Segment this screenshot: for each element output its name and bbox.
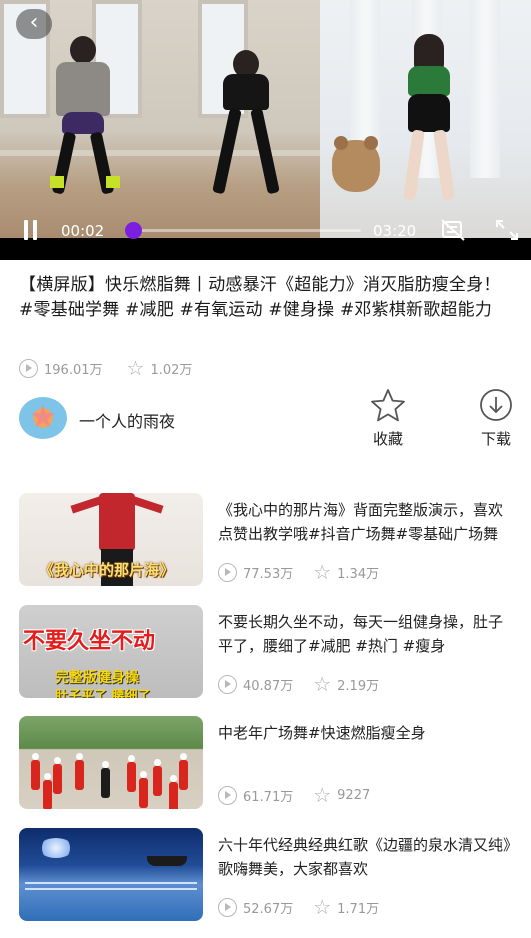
thumbnail-subcaption: 完整版健身操: [55, 670, 139, 686]
play-count-icon: [19, 358, 38, 378]
star-icon: ☆: [313, 672, 332, 696]
chevron-left-icon: ‹: [29, 10, 39, 35]
thumbnail-caption: 《我心中的那片海》: [39, 561, 175, 579]
list-item-stats: 40.87万 ☆ 2.19万: [218, 674, 399, 694]
pause-icon[interactable]: [22, 220, 40, 240]
view-count-value: 77.53万: [243, 566, 294, 582]
list-item[interactable]: 六十年代经典经典红歌《边疆的泉水清又纯》歌嗨舞美，大家都喜欢 52.67万 ☆ 1…: [0, 825, 531, 925]
video-title: 【横屏版】快乐燃脂舞丨动感暴汗《超能力》消灭脂肪瘦全身！ #零基础学舞 #减肥 …: [19, 275, 501, 320]
list-item-stats: 61.71万 ☆ 9227: [218, 785, 390, 805]
video-thumbnail[interactable]: 不要久坐不动 完整版健身操 肚子平了 腰细了: [19, 605, 203, 698]
patrick-star-icon: [31, 405, 55, 427]
video-thumbnail[interactable]: [19, 716, 203, 809]
like-count-value: 1.71万: [337, 901, 380, 917]
view-count-value: 40.87万: [243, 678, 294, 694]
download-label: 下载: [480, 430, 511, 448]
list-item-title[interactable]: 《我心中的那片海》背面完整版演示，喜欢点赞出教学哦#抖音广场舞#零基础广场舞: [218, 498, 514, 546]
video-frame-right: [320, 0, 531, 238]
list-item-title[interactable]: 六十年代经典经典红歌《边疆的泉水清又纯》歌嗨舞美，大家都喜欢: [218, 833, 514, 881]
collect-button[interactable]: 收藏: [364, 388, 412, 449]
video-frame-left: [0, 0, 320, 238]
list-item[interactable]: 《我心中的那片海》 《我心中的那片海》背面完整版演示，喜欢点赞出教学哦#抖音广场…: [0, 490, 531, 590]
back-button[interactable]: ‹: [16, 9, 52, 39]
list-item-stats: 52.67万 ☆ 1.71万: [218, 897, 399, 917]
list-item-title[interactable]: 不要长期久坐不动，每天一组健身操，肚子平了，腰细了#减肥 #热门 #瘦身: [218, 610, 514, 658]
video-stats: 196.01万 ☆ 1.02万: [19, 357, 216, 379]
like-count-value: 9227: [337, 787, 371, 803]
thumbnail-caption: 不要久坐不动: [23, 629, 156, 654]
duration-time: 03:20: [373, 222, 417, 240]
play-count-icon: [218, 674, 237, 694]
author-avatar[interactable]: [19, 397, 67, 439]
like-count: ☆ 1.02万: [127, 358, 193, 378]
star-icon: ☆: [126, 356, 145, 380]
teddy-bear: [332, 136, 380, 192]
like-count-value: 2.19万: [337, 678, 380, 694]
view-count-value: 196.01万: [44, 362, 103, 378]
play-count-icon: [218, 897, 237, 917]
list-item[interactable]: 中老年广场舞#快速燃脂瘦全身 61.71万 ☆ 9227: [0, 713, 531, 813]
author-name[interactable]: 一个人的雨夜: [79, 408, 175, 432]
like-count-value: 1.34万: [337, 566, 380, 582]
collect-label: 收藏: [372, 430, 403, 448]
play-count-icon: [218, 785, 237, 805]
danmaku-off-icon[interactable]: [440, 218, 466, 242]
view-count-value: 61.71万: [243, 789, 294, 805]
star-icon: ☆: [313, 895, 332, 919]
star-outline-icon: [371, 389, 405, 422]
current-time: 00:02: [61, 222, 105, 240]
like-count-value: 1.02万: [150, 362, 193, 378]
progress-thumb[interactable]: [125, 222, 143, 239]
video-player[interactable]: ‹ 00:02 03:20: [0, 0, 531, 260]
view-count: 196.01万: [19, 358, 103, 378]
star-icon: ☆: [313, 560, 332, 584]
fullscreen-icon[interactable]: [494, 218, 520, 242]
list-item[interactable]: 不要久坐不动 完整版健身操 肚子平了 腰细了 不要长期久坐不动，每天一组健身操，…: [0, 602, 531, 702]
list-item-stats: 77.53万 ☆ 1.34万: [218, 562, 399, 582]
video-thumbnail[interactable]: [19, 828, 203, 921]
player-controls: 00:02 03:20: [0, 212, 531, 248]
download-button[interactable]: 下载: [472, 388, 520, 449]
star-icon: ☆: [313, 783, 332, 807]
video-thumbnail[interactable]: 《我心中的那片海》: [19, 493, 203, 586]
thumbnail-subcaption: 肚子平了 腰细了: [55, 689, 151, 698]
view-count-value: 52.67万: [243, 901, 294, 917]
progress-track[interactable]: [125, 222, 361, 239]
download-icon: [480, 389, 512, 421]
play-count-icon: [218, 562, 237, 582]
list-item-title[interactable]: 中老年广场舞#快速燃脂瘦全身: [218, 721, 514, 745]
